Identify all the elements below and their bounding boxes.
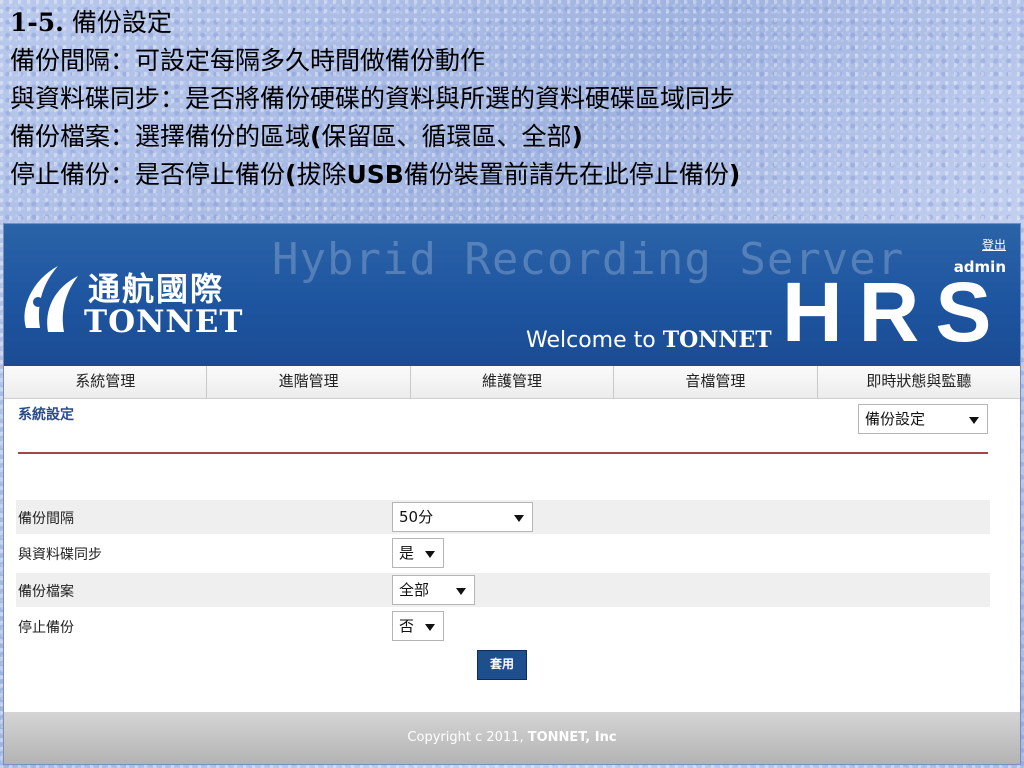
company-name: TONNET, Inc — [527, 730, 617, 745]
stop-backup-label: 停止備份 — [18, 620, 74, 636]
slide-title-text: 備份設定 — [71, 8, 172, 37]
welcome-text: Welcome to TONNET — [526, 327, 772, 353]
slide-title-number: 1-5. — [10, 8, 64, 37]
welcome-brand: TONNET — [662, 327, 772, 353]
interval-select-value: 50分 — [399, 508, 434, 526]
welcome-prefix: Welcome to — [526, 328, 663, 353]
hrs-app-window: Hybrid Recording Server 通航國際 TONNET Welc… — [3, 223, 1021, 765]
slide-line-stop-backup: 停止備份：是否停止備份(拔除USB備份裝置前請先在此停止備份) — [10, 156, 1014, 194]
current-user: admin — [953, 258, 1006, 276]
form-row-stop-backup: 停止備份 否 — [16, 609, 990, 643]
stop-backup-select[interactable]: 否 — [392, 611, 444, 641]
form-row-backup-files: 備份檔案 全部 — [16, 573, 990, 607]
usb-text: USB — [346, 160, 404, 189]
nav-item-advanced[interactable]: 進階管理 — [207, 366, 411, 398]
hrs-logo-text: HRS — [782, 265, 1008, 359]
chevron-down-icon — [425, 551, 435, 558]
header-banner: Hybrid Recording Server 通航國際 TONNET Welc… — [4, 224, 1020, 366]
nav-item-maintenance[interactable]: 維護管理 — [411, 366, 615, 398]
interval-label: 備份間隔 — [18, 511, 74, 527]
slide-line-text: 備份檔案：選擇備份的區域 — [10, 122, 311, 151]
chevron-down-icon — [969, 417, 979, 424]
chevron-down-icon — [456, 588, 466, 595]
slide-line-text: 備份裝置前請先在此停止備份 — [403, 160, 729, 189]
stop-backup-select-value: 否 — [399, 617, 415, 635]
paren-open: ( — [285, 160, 297, 189]
paren-close: ) — [728, 160, 741, 189]
settings-page-select[interactable]: 備份設定 — [858, 404, 988, 434]
chevron-down-icon — [425, 624, 435, 631]
slide-line-text: 停止備份：是否停止備份 — [10, 160, 286, 189]
sync-label: 與資料碟同步 — [18, 547, 102, 563]
form-row-sync: 與資料碟同步 是 — [16, 536, 990, 570]
logout-link[interactable]: 登出 — [982, 236, 1006, 253]
nav-item-audio[interactable]: 音檔管理 — [614, 366, 818, 398]
paren-open: ( — [310, 122, 322, 151]
backup-files-label: 備份檔案 — [18, 584, 74, 600]
footer: Copyright c 2011, TONNET, Inc — [4, 712, 1020, 764]
sync-select-value: 是 — [399, 544, 415, 562]
interval-select[interactable]: 50分 — [392, 502, 533, 532]
paren-close: ) — [571, 122, 583, 151]
sync-select[interactable]: 是 — [392, 538, 444, 568]
backup-files-select-value: 全部 — [399, 581, 430, 599]
tonnet-logo-icon — [24, 266, 78, 332]
chevron-down-icon — [514, 515, 524, 522]
nav-item-system[interactable]: 系統管理 — [4, 366, 208, 398]
main-nav: 系統管理 進階管理 維護管理 音檔管理 即時狀態與監聽 — [4, 366, 1020, 399]
nav-item-monitor[interactable]: 即時狀態與監聽 — [818, 366, 1020, 398]
slide-line-sync: 與資料碟同步：是否將備份硬碟的資料與所選的資料硬碟區域同步 — [10, 84, 736, 113]
settings-page-select-value: 備份設定 — [865, 410, 926, 428]
form-row-interval: 備份間隔 50分 — [16, 500, 990, 534]
apply-button[interactable]: 套用 — [477, 650, 527, 680]
slide-line-text: 保留區、循環區、全部 — [321, 122, 572, 151]
backup-files-select[interactable]: 全部 — [392, 575, 475, 605]
section-divider — [18, 452, 988, 454]
slide-text-block: 1-5. 備份設定 備份間隔：可設定每隔多久時間做備份動作 與資料碟同步：是否將… — [10, 4, 1014, 194]
copyright-text: Copyright c 2011, — [407, 730, 528, 745]
slide-title: 1-5. 備份設定 — [10, 4, 1014, 42]
page-title: 系統設定 — [18, 407, 74, 423]
slide-line-text: 拔除 — [296, 160, 347, 189]
logo-english-name: TONNET — [84, 304, 244, 340]
slide-line-backup-files: 備份檔案：選擇備份的區域(保留區、循環區、全部) — [10, 118, 1014, 156]
slide-line-interval: 備份間隔：可設定每隔多久時間做備份動作 — [10, 46, 486, 75]
